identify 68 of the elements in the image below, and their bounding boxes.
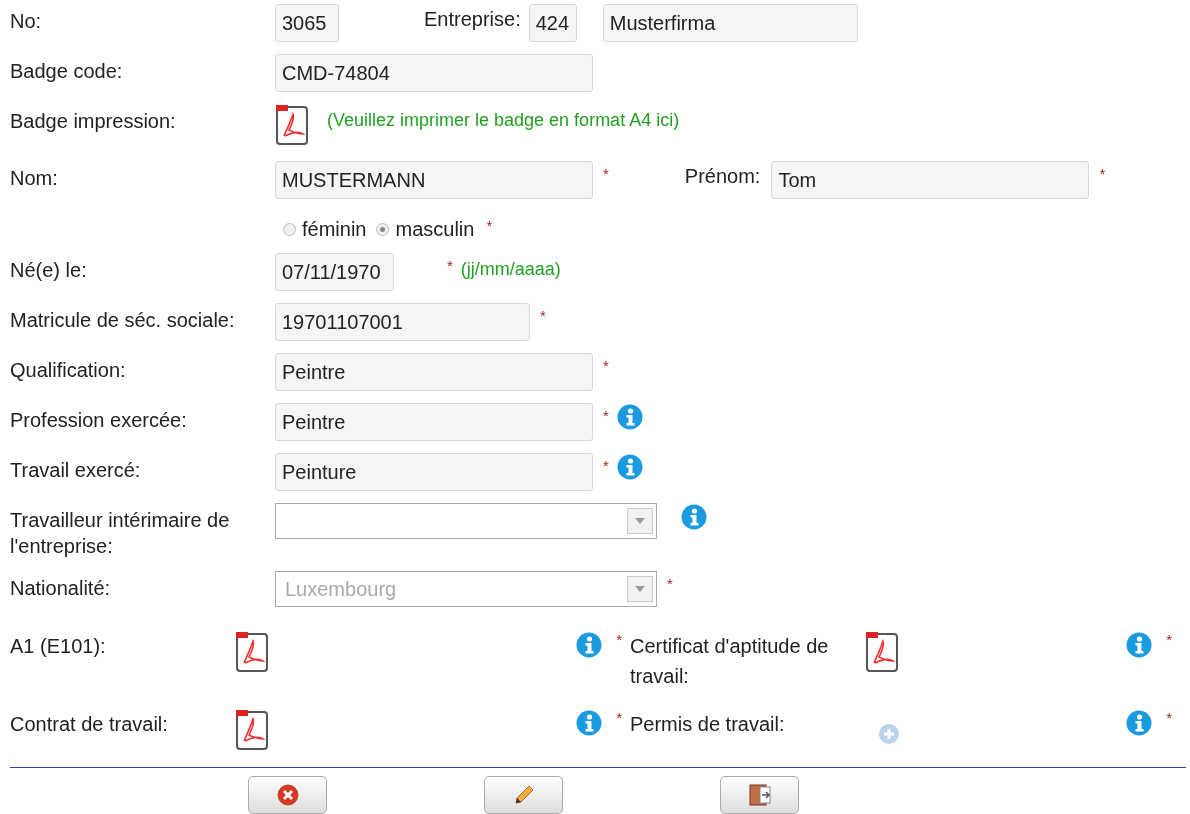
- format-hint: (jj/mm/aaaa): [460, 258, 561, 280]
- text-field[interactable]: 07/11/1970: [275, 253, 394, 291]
- required-mark: *: [602, 456, 609, 474]
- print-hint: (Veuillez imprimer le badge en format A4 ici): [327, 109, 680, 131]
- pdf-icon[interactable]: [235, 709, 269, 751]
- field-label: Nationalité:: [9, 576, 112, 601]
- caret-icon: [627, 576, 653, 602]
- field-label: Permis de travail:: [630, 712, 786, 737]
- field-label: Contrat de travail:: [9, 712, 169, 737]
- field-label: Entreprise:: [424, 7, 521, 31]
- door-icon: [746, 783, 773, 807]
- pdf-icon[interactable]: [865, 631, 899, 673]
- info-icon[interactable]: [1126, 710, 1153, 736]
- required-mark: *: [1165, 631, 1173, 648]
- info-icon[interactable]: [576, 632, 603, 658]
- required-mark: *: [602, 356, 609, 374]
- text-field[interactable]: CMD-74804: [275, 54, 593, 92]
- exit-button[interactable]: [720, 776, 799, 814]
- pdf-icon[interactable]: [235, 631, 269, 673]
- info-icon[interactable]: [576, 710, 603, 736]
- required-mark: *: [602, 406, 609, 424]
- required-mark: *: [1165, 709, 1173, 726]
- cancel-icon: [276, 784, 299, 806]
- dropdown[interactable]: [275, 503, 657, 539]
- text-field[interactable]: Musterfirma: [602, 4, 858, 42]
- caret-icon: [627, 508, 653, 534]
- text-field[interactable]: 3065: [275, 4, 339, 42]
- field-label: No:: [9, 9, 43, 34]
- text-field[interactable]: Peintre: [275, 353, 593, 391]
- radio-label: masculin: [395, 217, 475, 241]
- field-label: Travailleur intérimaire de l'entreprise:: [9, 508, 231, 559]
- required-mark: *: [615, 709, 623, 726]
- required-mark: *: [1098, 164, 1106, 182]
- required-mark: *: [615, 631, 623, 648]
- field-label: Badge impression:: [9, 109, 177, 134]
- required-mark: *: [602, 164, 609, 182]
- radio-button[interactable]: [376, 222, 390, 236]
- field-label: Nom:: [9, 166, 59, 191]
- text-field[interactable]: MUSTERMANN: [275, 161, 593, 199]
- info-icon[interactable]: [681, 504, 707, 530]
- required-mark: *: [666, 574, 673, 592]
- pencil-icon: [512, 784, 535, 806]
- info-icon[interactable]: [616, 404, 643, 430]
- field-label: Né(e) le:: [9, 258, 88, 283]
- pdf-icon[interactable]: [275, 104, 309, 146]
- text-field[interactable]: 424: [528, 4, 577, 42]
- edit-button[interactable]: [484, 776, 563, 814]
- info-icon[interactable]: [616, 454, 643, 480]
- field-label: Profession exercée:: [9, 408, 188, 433]
- info-icon[interactable]: [1126, 632, 1153, 658]
- field-label: Badge code:: [9, 59, 124, 84]
- field-label: Travail exercé:: [9, 458, 142, 483]
- field-label: Matricule de séc. sociale:: [9, 308, 236, 333]
- required-mark: *: [446, 256, 453, 274]
- cancel-button[interactable]: [248, 776, 327, 814]
- add-icon[interactable]: [878, 723, 900, 745]
- text-field[interactable]: Tom: [771, 161, 1090, 199]
- required-mark: *: [539, 306, 546, 324]
- field-label: A1 (E101):: [9, 634, 107, 659]
- text-field[interactable]: Peinture: [275, 453, 593, 491]
- required-mark: *: [485, 216, 493, 236]
- radio-button[interactable]: [283, 222, 296, 236]
- text-field[interactable]: 19701107001: [275, 303, 530, 341]
- field-label: Certificat d'aptitude de travail:: [630, 634, 830, 689]
- field-label: Qualification:: [9, 358, 127, 383]
- text-field[interactable]: Peintre: [275, 403, 593, 441]
- radio-label: féminin: [302, 217, 367, 241]
- field-label: Prénom:: [684, 164, 761, 188]
